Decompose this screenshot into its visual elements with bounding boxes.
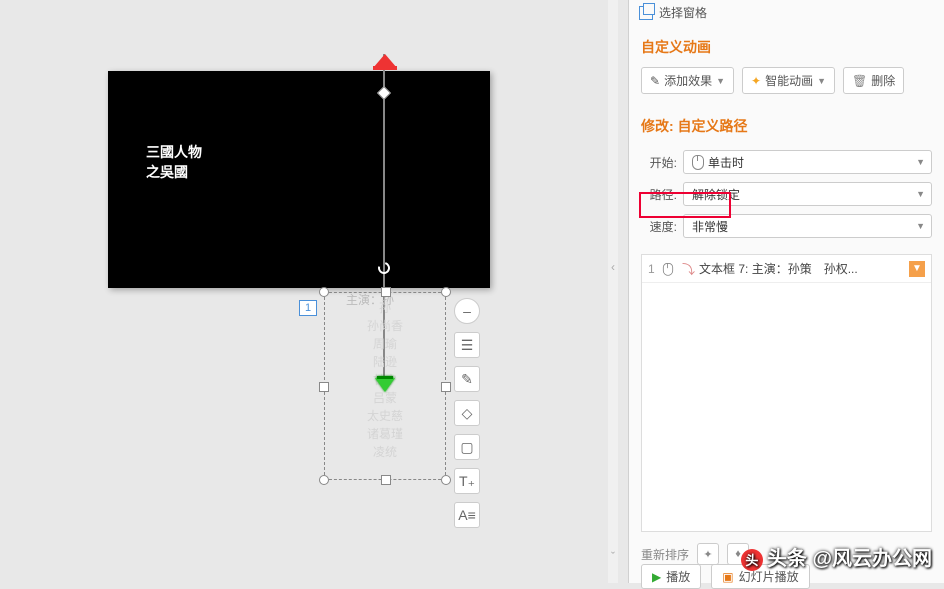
caret-down-icon: ▼ xyxy=(817,76,826,86)
modify-heading: 修改: 自定义路径 xyxy=(629,108,944,146)
resize-handle-s[interactable] xyxy=(381,475,391,485)
pencil-icon: ✎ xyxy=(650,74,660,88)
scroll-chevron-down-icon[interactable]: ˬ xyxy=(611,540,615,554)
trash-icon: 🗑 xyxy=(852,74,867,88)
title-line-2: 之吳國 xyxy=(146,163,202,183)
animation-pane: 选择窗格 自定义动画 ✎ 添加效果 ▼ ✦ 智能动画 ▼ 🗑 删除 修改: 自定… xyxy=(628,0,944,583)
animation-list[interactable]: 1 ⤵ 文本框 7: 主演：孙策 孙权... ▼ xyxy=(641,254,932,532)
add-effect-label: 添加效果 xyxy=(664,72,712,89)
canvas-scrollbar[interactable] xyxy=(608,0,618,583)
smart-animation-button[interactable]: ✦ 智能动画 ▼ xyxy=(742,67,835,94)
custom-animation-heading: 自定义动画 xyxy=(629,29,944,67)
mouse-click-icon xyxy=(692,155,704,169)
text-add-button[interactable]: T₊ xyxy=(454,468,480,494)
motion-path-end-arrow-icon[interactable] xyxy=(373,54,397,68)
resize-handle-n[interactable] xyxy=(381,287,391,297)
watermark-logo-icon: 头 xyxy=(741,549,763,571)
title-line-1: 三國人物 xyxy=(146,143,202,163)
add-effect-button[interactable]: ✎ 添加效果 ▼ xyxy=(641,67,734,94)
start-label: 开始: xyxy=(641,154,677,171)
move-up-button[interactable]: ✦ xyxy=(697,543,719,565)
item-text: 文本框 7: 主演：孙策 孙权... xyxy=(699,260,905,277)
delete-label: 删除 xyxy=(871,72,895,89)
smart-animation-label: 智能动画 xyxy=(765,72,813,89)
mouse-click-icon xyxy=(663,263,673,275)
selection-pane-link[interactable]: 选择窗格 xyxy=(629,0,944,29)
layers-button[interactable]: ☰ xyxy=(454,332,480,358)
star-icon: ✦ xyxy=(751,74,761,88)
resize-handle-w[interactable] xyxy=(319,382,329,392)
animation-sequence-badge[interactable]: 1 xyxy=(299,300,317,316)
animation-buttons-row: ✎ 添加效果 ▼ ✦ 智能动画 ▼ 🗑 删除 xyxy=(629,67,944,108)
resize-handle-se[interactable] xyxy=(441,475,451,485)
caret-down-icon: ▼ xyxy=(916,189,925,199)
collapse-toolbar-button[interactable]: – xyxy=(454,298,480,324)
resize-handle-sw[interactable] xyxy=(319,475,329,485)
resize-handle-e[interactable] xyxy=(441,382,451,392)
reorder-label: 重新排序 xyxy=(641,546,689,563)
play-icon: ▶ xyxy=(652,570,661,584)
play-label: 播放 xyxy=(666,568,690,585)
item-dropdown-button[interactable]: ▼ xyxy=(909,261,925,277)
caret-down-icon: ▼ xyxy=(916,221,925,231)
watermark-text: 头条 @风云办公网 xyxy=(767,548,932,570)
edit-pencil-button[interactable]: ✎ xyxy=(454,366,480,392)
slide-canvas[interactable]: 三國人物 之吳國 1 主演：孙 孙 孙尚香 周瑜 陆逊 甘宁 吕蒙 太史慈 诸葛… xyxy=(0,0,618,583)
start-row: 开始: 单击时 ▼ xyxy=(629,146,944,178)
start-value: 单击时 xyxy=(708,154,744,171)
speed-value: 非常慢 xyxy=(692,218,728,235)
pane-resize-handle[interactable] xyxy=(619,0,629,583)
caret-down-icon: ▼ xyxy=(716,76,725,86)
selection-pane-label: 选择窗格 xyxy=(659,4,707,21)
selection-pane-icon xyxy=(639,6,653,20)
motion-path-icon: ⤵ xyxy=(682,259,695,278)
motion-path-start-arrow-icon[interactable] xyxy=(375,378,395,404)
shape-rotate-button[interactable]: ◇ xyxy=(454,400,480,426)
text-format-button[interactable]: A≡ xyxy=(454,502,480,528)
slide[interactable]: 三國人物 之吳國 xyxy=(108,71,490,288)
delete-button[interactable]: 🗑 删除 xyxy=(843,67,904,94)
resize-handle-ne[interactable] xyxy=(441,287,451,297)
slideshow-icon: ▣ xyxy=(722,570,733,584)
floating-object-toolbar: – ☰ ✎ ◇ ▢ T₊ A≡ xyxy=(454,298,480,536)
resize-handle-nw[interactable] xyxy=(319,287,329,297)
watermark: 头头条 @风云办公网 xyxy=(741,542,932,571)
play-button[interactable]: ▶ 播放 xyxy=(641,564,701,589)
start-select[interactable]: 单击时 ▼ xyxy=(683,150,932,174)
shape-outline-button[interactable]: ▢ xyxy=(454,434,480,460)
speed-field-highlight xyxy=(639,192,731,218)
speed-label: 速度: xyxy=(641,218,677,235)
item-number: 1 xyxy=(648,262,658,276)
caret-down-icon: ▼ xyxy=(916,157,925,167)
animation-item[interactable]: 1 ⤵ 文本框 7: 主演：孙策 孙权... ▼ xyxy=(642,255,931,283)
slide-title-text: 三國人物 之吳國 xyxy=(146,143,202,182)
scroll-chevron-left-icon[interactable]: ‹ xyxy=(611,260,615,274)
